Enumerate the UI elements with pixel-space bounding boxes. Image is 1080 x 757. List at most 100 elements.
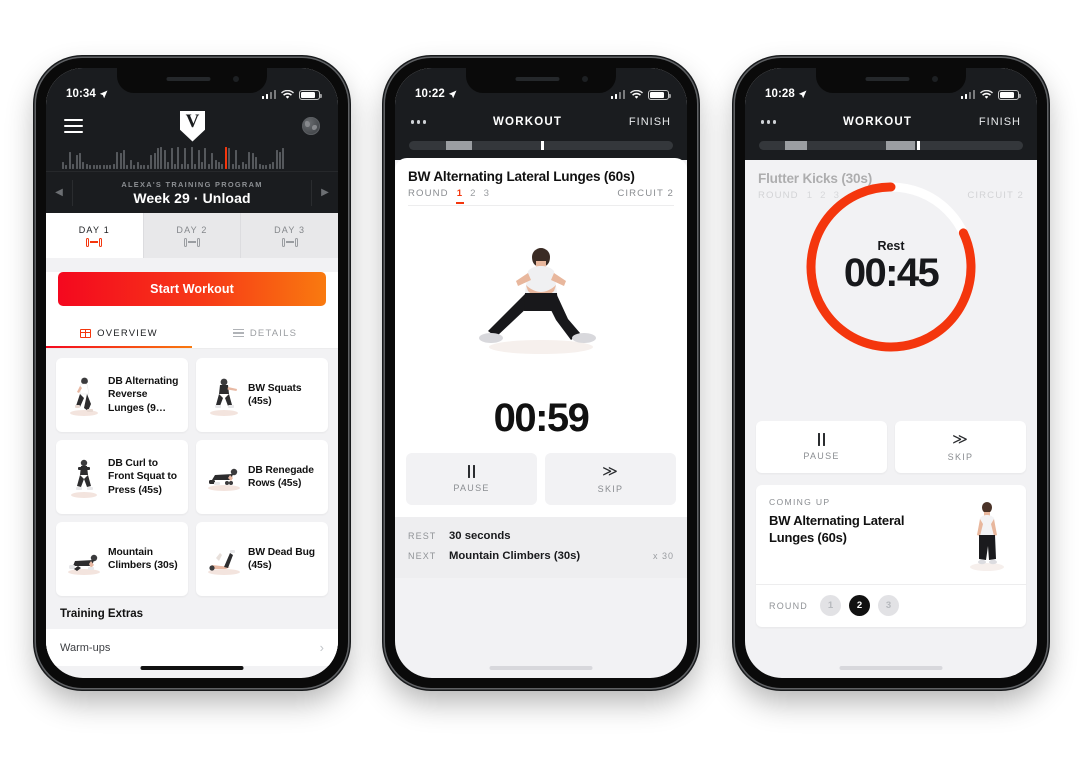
- exercise-photo: [395, 206, 687, 394]
- status-icons: [261, 89, 322, 100]
- progress-tick: [541, 141, 544, 150]
- exercise-card[interactable]: DB Alternating Reverse Lunges (9…: [56, 358, 188, 432]
- exercise-thumbnail: [64, 454, 104, 500]
- workout-progress-bar[interactable]: [759, 141, 1023, 150]
- more-dots-icon[interactable]: [761, 120, 777, 124]
- rest-timer-ring: Rest 00:45: [802, 178, 980, 356]
- home-indicator: [140, 665, 244, 670]
- skip-button[interactable]: ≫ SKIP: [545, 453, 676, 505]
- coming-up-text: COMING UP BW Alternating Lateral Lunges …: [769, 497, 919, 546]
- exercise-grid: DB Alternating Reverse Lunges (9… BW Squ…: [56, 358, 328, 596]
- extras-item-label: Warm-ups: [60, 641, 111, 654]
- day-tab-1-label: DAY 1: [78, 224, 110, 235]
- workout-sheet: BW Alternating Lateral Lunges (60s) ROUN…: [395, 158, 687, 578]
- phone-device-3: 10:28 WORKOUT FINISH Flutter Kicks (30s)…: [735, 58, 1047, 688]
- exercise-card[interactable]: BW Squats (45s): [196, 358, 328, 432]
- home-indicator: [489, 665, 593, 670]
- day-tab-1[interactable]: DAY 1: [46, 213, 144, 258]
- pause-icon: [817, 433, 826, 446]
- exercise-thumbnail-standing: [961, 497, 1013, 573]
- wifi-icon: [980, 89, 993, 99]
- current-exercise-title: BW Alternating Lateral Lunges (60s): [408, 169, 635, 184]
- exercise-name: DB Renegade Rows (45s): [248, 464, 314, 489]
- round-number-3[interactable]: 3: [484, 188, 490, 199]
- chevron-right-icon[interactable]: ▶: [312, 187, 338, 198]
- round-number-1[interactable]: 1: [455, 188, 465, 204]
- day-tab-bar: DAY 1 DAY 2 DAY 3: [46, 213, 338, 258]
- rest-countdown: 00:45: [843, 250, 940, 295]
- exercise-name: BW Squats (45s): [248, 382, 302, 407]
- pause-button[interactable]: PAUSE: [406, 453, 537, 505]
- round-number-2[interactable]: 2: [470, 188, 476, 199]
- front-camera: [932, 76, 938, 82]
- dumbbell-icon: [184, 237, 200, 247]
- exercise-card[interactable]: DB Curl to Front Squat to Press (45s): [56, 440, 188, 514]
- chevron-left-icon[interactable]: ◀: [46, 187, 72, 198]
- round-pill-3[interactable]: 3: [878, 595, 899, 616]
- program-title: Week 29 · Unload: [133, 189, 251, 206]
- exercise-name: BW Dead Bug (45s): [248, 546, 315, 571]
- exercise-card[interactable]: BW Dead Bug (45s): [196, 522, 328, 596]
- status-time: 10:28: [765, 88, 795, 100]
- exercise-thumbnail: [204, 372, 244, 418]
- start-workout-button[interactable]: Start Workout: [58, 272, 326, 306]
- rest-info-row: REST 30 seconds: [408, 526, 674, 546]
- tab-details-label: DETAILS: [249, 327, 298, 339]
- exercise-thumbnail: [64, 536, 104, 582]
- status-icons: [610, 89, 671, 100]
- exercise-card[interactable]: Mountain Climbers (30s): [56, 522, 188, 596]
- rest-sheet: Flutter Kicks (30s) ROUND 1 2 3 CIRCUIT …: [745, 160, 1037, 627]
- phone2-screen: 10:22 WORKOUT FINISH BW Alternating Late…: [395, 68, 687, 678]
- tab-overview-label: OVERVIEW: [97, 327, 158, 339]
- day-tab-2[interactable]: DAY 2: [143, 213, 242, 258]
- round-pill-2[interactable]: 2: [849, 595, 870, 616]
- day-tab-3[interactable]: DAY 3: [241, 213, 338, 258]
- ghost-round-label: ROUND: [758, 190, 799, 201]
- grid-icon: [80, 328, 92, 338]
- finish-button[interactable]: FINISH: [979, 116, 1021, 128]
- training-extras-heading: Training Extras: [60, 608, 144, 620]
- battery-icon: [299, 89, 322, 100]
- globe-icon[interactable]: [302, 117, 320, 135]
- progress-tick: [917, 141, 921, 150]
- notch: [117, 68, 267, 93]
- countdown-timer: 00:59: [493, 396, 590, 440]
- screenshot-canvas: 10:34 V ◀ ALEXA'S TRAINING PROGRAM Week …: [0, 0, 1080, 757]
- tab-overview[interactable]: OVERVIEW: [46, 318, 192, 348]
- next-info-row: NEXT Mountain Climbers (30s) x 30: [408, 546, 674, 566]
- program-info: ALEXA'S TRAINING PROGRAM Week 29 · Unloa…: [72, 179, 312, 206]
- exercise-name: Mountain Climbers (30s): [108, 546, 178, 571]
- finish-button[interactable]: FINISH: [629, 116, 671, 128]
- phone1-header: V ◀ ALEXA'S TRAINING PROGRAM Week 29 · U…: [46, 105, 338, 213]
- exercise-name: DB Alternating Reverse Lunges (9…: [108, 376, 179, 414]
- location-arrow-icon: [798, 90, 807, 98]
- exercise-list[interactable]: DB Alternating Reverse Lunges (9… BW Squ…: [46, 349, 338, 666]
- more-dots-icon[interactable]: [411, 120, 427, 124]
- workout-title: WORKOUT: [843, 116, 913, 128]
- progress-segment: [445, 141, 473, 150]
- exercise-name: DB Curl to Front Squat to Press (45s): [108, 458, 177, 496]
- skip-button-label: SKIP: [597, 484, 624, 494]
- workout-nav-bar: WORKOUT FINISH: [745, 105, 1037, 139]
- location-arrow-icon: [99, 90, 108, 98]
- extras-item-warmups[interactable]: Warm-ups ›: [46, 629, 338, 666]
- hamburger-menu-icon[interactable]: [64, 119, 83, 133]
- earpiece-speaker: [865, 77, 910, 81]
- status-time: 10:34: [66, 88, 96, 100]
- workout-progress-bar[interactable]: [409, 141, 673, 150]
- skip-button[interactable]: ≫ SKIP: [895, 421, 1026, 473]
- workout-header: WORKOUT FINISH: [395, 105, 687, 160]
- round-pill-1[interactable]: 1: [820, 595, 841, 616]
- round-label: ROUND: [769, 600, 808, 611]
- home-indicator: [839, 665, 943, 670]
- pause-button[interactable]: PAUSE: [756, 421, 887, 473]
- coming-up-label: COMING UP: [769, 497, 831, 507]
- signal-icon: [610, 90, 625, 100]
- coming-up-card[interactable]: COMING UP BW Alternating Lateral Lunges …: [756, 485, 1026, 627]
- workout-title: WORKOUT: [493, 116, 563, 128]
- battery-icon: [648, 89, 671, 100]
- exercise-card[interactable]: DB Renegade Rows (45s): [196, 440, 328, 514]
- tab-details[interactable]: DETAILS: [192, 318, 338, 348]
- notch: [816, 68, 966, 93]
- skip-forward-icon: ≫: [602, 463, 619, 480]
